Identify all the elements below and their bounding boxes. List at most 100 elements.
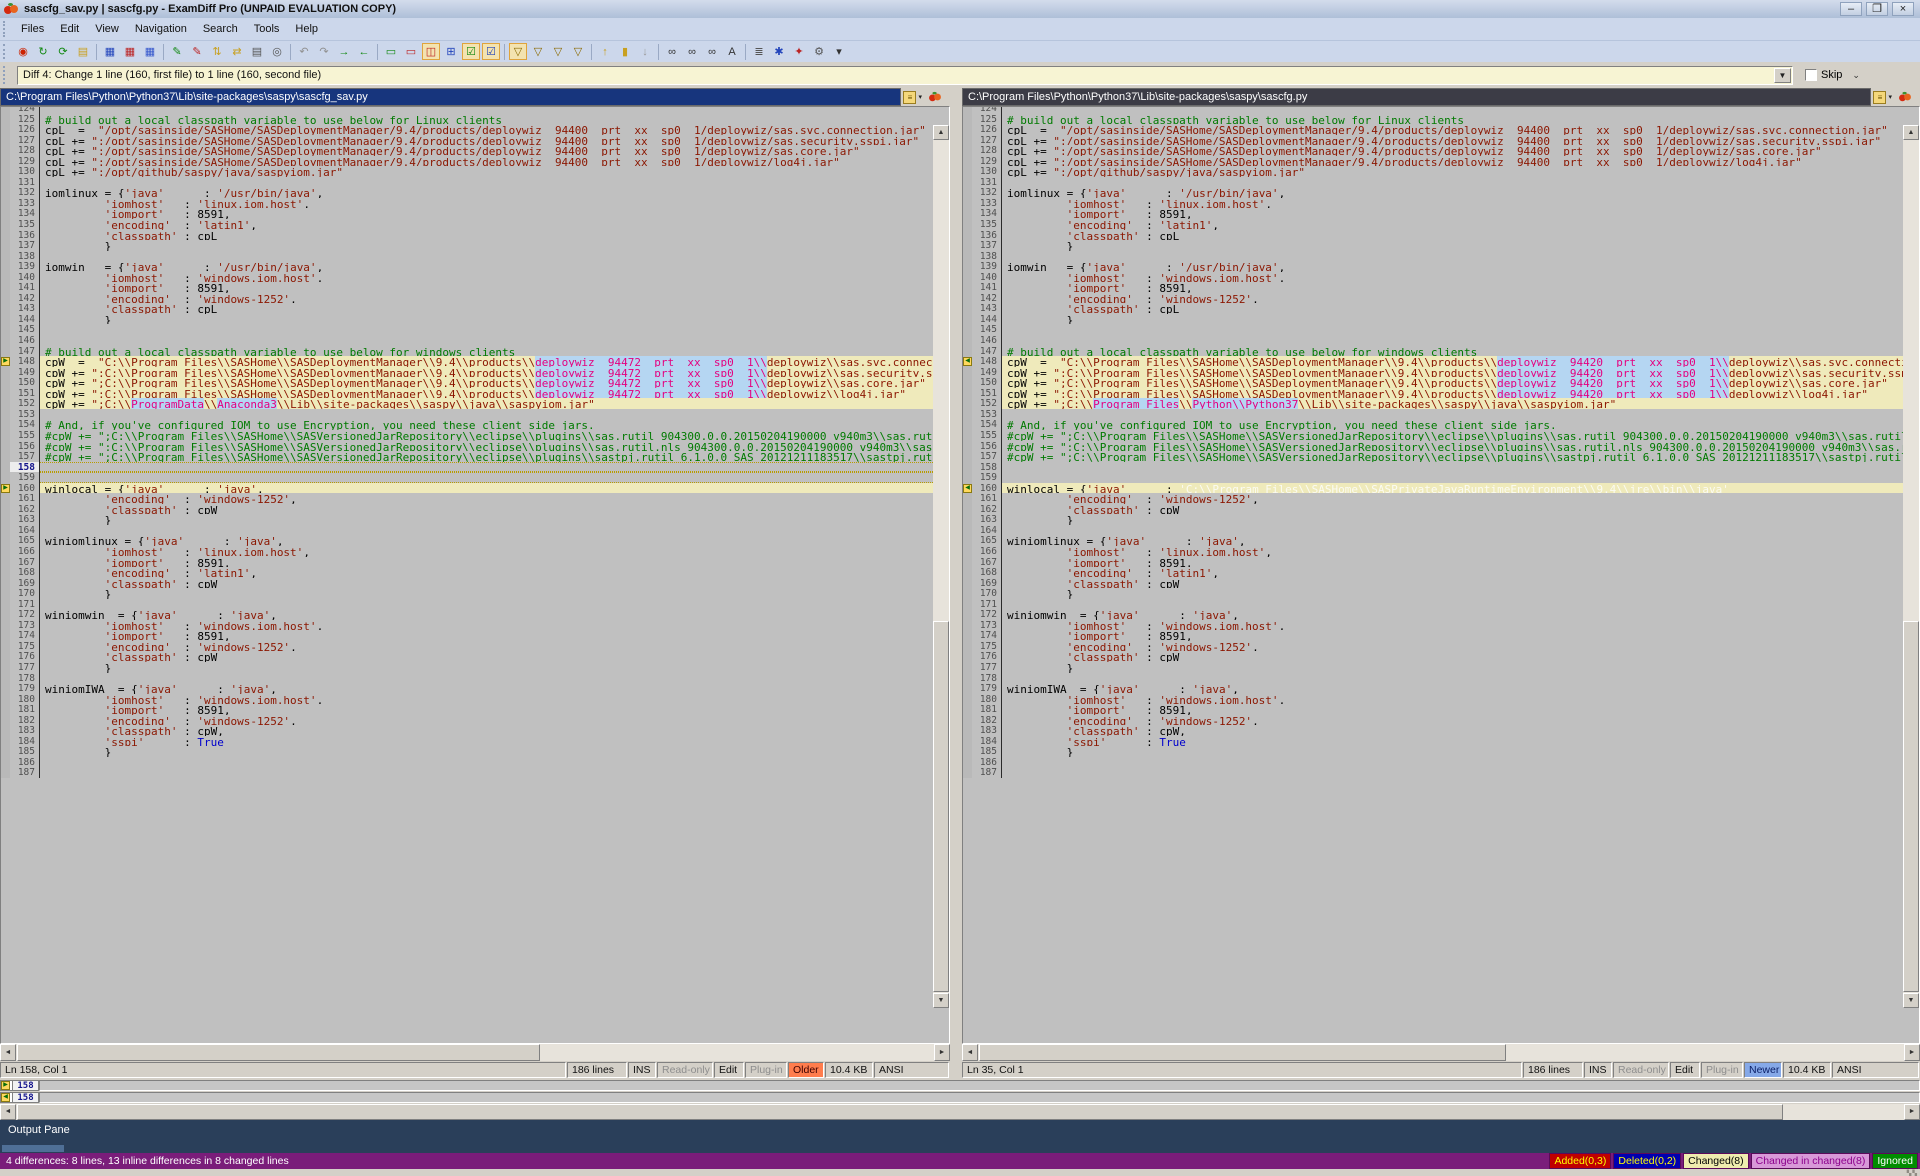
find-next-icon[interactable]: ∞ — [683, 43, 701, 60]
left-file-path[interactable]: C:\Program Files\Python\Python37\Lib\sit… — [0, 88, 901, 106]
options-gear-icon[interactable]: ⚙ — [810, 43, 828, 60]
swap-panes-icon[interactable]: ⇄ — [228, 43, 246, 60]
save-all-icon[interactable]: ▦ — [141, 43, 159, 60]
scroll-down-icon[interactable]: ▼ — [1903, 993, 1919, 1008]
print-preview-icon[interactable]: ◎ — [268, 43, 286, 60]
left-file-dropdown-icon[interactable]: ▾ — [918, 93, 922, 101]
compare-files-icon[interactable]: ◉ — [14, 43, 32, 60]
left-vscroll-thumb[interactable] — [933, 621, 949, 992]
maximize-button[interactable]: ❐ — [1866, 2, 1888, 16]
print-icon[interactable]: ▤ — [248, 43, 266, 60]
code-line: 167 'iomport' : 8591, — [963, 557, 1903, 568]
open-files-icon[interactable]: ▤ — [74, 43, 92, 60]
marker-column — [963, 567, 972, 578]
current-change-icon[interactable]: ▮ — [616, 43, 634, 60]
right-vertical-scrollbar[interactable]: ▲ ▼ — [1903, 125, 1919, 1008]
clear-filter-icon[interactable]: ▽ — [569, 43, 587, 60]
menu-item-tools[interactable]: Tools — [246, 20, 288, 38]
edit-first-file-icon[interactable]: ✎ — [168, 43, 186, 60]
menu-item-navigation[interactable]: Navigation — [127, 20, 195, 38]
show-line-numbers-icon[interactable]: ☑ — [482, 43, 500, 60]
left-pane: C:\Program Files\Python\Python37\Lib\sit… — [0, 88, 950, 1079]
left-hscroll-thumb[interactable] — [17, 1044, 540, 1061]
plugins-icon[interactable]: ✱ — [770, 43, 788, 60]
marker-column — [1, 694, 10, 705]
save-second-file-icon[interactable]: ▦ — [121, 43, 139, 60]
toolbar-grip[interactable] — [3, 44, 10, 59]
menu-item-search[interactable]: Search — [195, 20, 246, 38]
code-text: # build out a local classpath variable t… — [1002, 114, 1903, 125]
code-line: 179winiomIWA = {'java' : 'java', — [963, 683, 1903, 694]
code-line: 142 'encoding' : 'windows-1252', — [1, 293, 933, 304]
minimize-button[interactable]: – — [1840, 2, 1862, 16]
left-vertical-scrollbar[interactable]: ▲ ▼ — [933, 125, 949, 1008]
current-diff-combo[interactable]: Diff 4: Change 1 line (160, first file) … — [17, 66, 1793, 85]
show-diffs-only-filter-icon[interactable]: ▽ — [529, 43, 547, 60]
right-hscroll-thumb[interactable] — [979, 1044, 1506, 1061]
match-case-icon[interactable]: A — [723, 43, 741, 60]
grid-view-icon[interactable]: ⊞ — [442, 43, 460, 60]
prev-difference-icon[interactable]: ← — [355, 43, 373, 60]
toolbar-overflow-icon[interactable]: ▾ — [830, 43, 848, 60]
pane-splitter[interactable] — [950, 88, 962, 1079]
prev-change-icon[interactable]: ↑ — [596, 43, 614, 60]
inspector-scrollbar[interactable]: ◄ ► — [0, 1104, 1920, 1120]
scroll-left-icon[interactable]: ◄ — [962, 1044, 978, 1061]
scroll-up-icon[interactable]: ▲ — [1903, 125, 1919, 140]
find-prev-icon[interactable]: ∞ — [703, 43, 721, 60]
show-all-lines-filter-icon[interactable]: ▽ — [509, 43, 527, 60]
code-line: 125# build out a local classpath variabl… — [1, 114, 933, 125]
scroll-right-icon[interactable]: ► — [1904, 1044, 1920, 1061]
find-icon[interactable]: ∞ — [663, 43, 681, 60]
left-file-menu-icon[interactable]: ≡ — [903, 91, 916, 104]
menu-grip[interactable] — [3, 21, 10, 36]
scroll-left-icon[interactable]: ◄ — [0, 1104, 16, 1120]
code-text: #cpW += ";C:\\Program Files\\SASHome\\SA… — [40, 441, 933, 452]
left-horizontal-scrollbar[interactable]: ◄ ► — [0, 1044, 950, 1061]
recompare-swapped-icon[interactable]: ⟳ — [54, 43, 72, 60]
menu-item-view[interactable]: View — [87, 20, 127, 38]
marker-column — [1, 651, 10, 662]
line-number: 131 — [972, 177, 1002, 188]
inspector-scroll-thumb[interactable] — [17, 1104, 1783, 1120]
right-horizontal-scrollbar[interactable]: ◄ ► — [962, 1044, 1920, 1061]
output-pane-tab[interactable] — [2, 1145, 64, 1152]
right-file-dropdown-icon[interactable]: ▾ — [1888, 93, 1892, 101]
copy-to-second-icon[interactable]: ⇅ — [208, 43, 226, 60]
diff-combo-dropdown-icon[interactable]: ▼ — [1774, 68, 1791, 83]
recompare-icon[interactable]: ↻ — [34, 43, 52, 60]
undo-icon[interactable]: ↶ — [295, 43, 313, 60]
menu-item-help[interactable]: Help — [287, 20, 326, 38]
scroll-left-icon[interactable]: ◄ — [0, 1044, 16, 1061]
left-editor[interactable]: 124125# build out a local classpath vari… — [0, 106, 950, 1044]
marker-column — [1, 135, 10, 146]
close-button[interactable]: × — [1892, 2, 1914, 16]
right-file-path[interactable]: C:\Program Files\Python\Python37\Lib\sit… — [962, 88, 1871, 106]
show-identical-filter-icon[interactable]: ▽ — [549, 43, 567, 60]
diffbar-grip[interactable] — [3, 66, 10, 84]
sync-scroll-icon[interactable]: ☑ — [462, 43, 480, 60]
resize-grip[interactable]: ▚▚ — [1907, 1170, 1918, 1176]
menu-item-files[interactable]: Files — [13, 20, 52, 38]
right-editor[interactable]: 124125# build out a local classpath vari… — [962, 106, 1920, 1044]
scroll-right-icon[interactable]: ► — [934, 1044, 950, 1061]
next-difference-icon[interactable]: → — [335, 43, 353, 60]
show-second-pane-icon[interactable]: ▭ — [402, 43, 420, 60]
right-file-menu-icon[interactable]: ≡ — [1873, 91, 1886, 104]
diffbar-overflow-icon[interactable]: ⌄ — [1852, 70, 1860, 81]
scroll-up-icon[interactable]: ▲ — [933, 125, 949, 140]
code-text — [1002, 757, 1903, 768]
show-first-pane-icon[interactable]: ▭ — [382, 43, 400, 60]
scroll-down-icon[interactable]: ▼ — [933, 993, 949, 1008]
right-vscroll-thumb[interactable] — [1903, 621, 1919, 992]
columns-menu-icon[interactable]: ≣ — [750, 43, 768, 60]
skip-checkbox[interactable] — [1805, 69, 1817, 81]
scroll-right-icon[interactable]: ► — [1904, 1104, 1920, 1120]
menu-item-edit[interactable]: Edit — [52, 20, 87, 38]
edit-second-file-icon[interactable]: ✎ — [188, 43, 206, 60]
save-first-file-icon[interactable]: ▦ — [101, 43, 119, 60]
redo-icon[interactable]: ↷ — [315, 43, 333, 60]
next-change-icon[interactable]: ↓ — [636, 43, 654, 60]
compare-options-icon[interactable]: ✦ — [790, 43, 808, 60]
split-view-icon[interactable]: ◫ — [422, 43, 440, 60]
